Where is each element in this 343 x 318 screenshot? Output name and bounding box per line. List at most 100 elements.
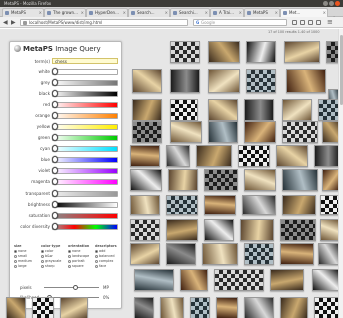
image-thumbnail[interactable]: [134, 269, 174, 291]
color-slider-track[interactable]: [52, 91, 118, 97]
image-thumbnail[interactable]: [166, 195, 198, 215]
option-face[interactable]: face: [95, 264, 121, 269]
image-thumbnail[interactable]: [276, 145, 308, 167]
radio-button-icon[interactable]: [68, 249, 71, 253]
image-thumbnail[interactable]: [314, 297, 340, 318]
image-thumbnail[interactable]: [130, 195, 160, 215]
image-thumbnail[interactable]: [170, 121, 202, 143]
image-thumbnail[interactable]: [318, 99, 340, 121]
image-thumbnail[interactable]: [170, 99, 198, 121]
image-thumbnail[interactable]: [312, 269, 340, 291]
scrollbar[interactable]: [338, 29, 343, 318]
close-tab-icon[interactable]: ×: [81, 9, 84, 17]
close-tab-icon[interactable]: ×: [205, 9, 208, 17]
image-thumbnail[interactable]: [60, 297, 88, 318]
image-thumbnail[interactable]: [190, 297, 210, 318]
search-engine-icon[interactable]: G: [196, 20, 199, 26]
home-icon[interactable]: [308, 20, 313, 25]
pocket-icon[interactable]: [316, 20, 321, 25]
image-thumbnail[interactable]: [246, 41, 276, 63]
radio-button-icon[interactable]: [68, 264, 71, 268]
property-slider-knob[interactable]: [52, 223, 58, 230]
image-thumbnail[interactable]: [134, 297, 154, 318]
url-bar[interactable]: localhost/MetaPS/www/dist/img.html: [20, 19, 188, 26]
option-large[interactable]: large: [14, 264, 40, 269]
image-thumbnail[interactable]: [204, 169, 238, 191]
image-thumbnail[interactable]: [314, 145, 340, 167]
property-slider-track[interactable]: [52, 213, 118, 219]
radio-button-icon[interactable]: [14, 259, 17, 263]
radio-button-icon[interactable]: [95, 249, 98, 253]
image-thumbnail[interactable]: [130, 145, 160, 167]
image-thumbnail[interactable]: [180, 269, 208, 291]
image-thumbnail[interactable]: [170, 41, 200, 63]
color-slider-knob[interactable]: [52, 134, 58, 141]
download-icon[interactable]: [300, 20, 305, 25]
image-thumbnail[interactable]: [168, 169, 198, 191]
color-slider-track[interactable]: [52, 179, 118, 185]
color-slider-track[interactable]: [52, 157, 118, 163]
option-square[interactable]: square: [68, 264, 94, 269]
image-thumbnail[interactable]: [196, 145, 232, 167]
site-info-icon[interactable]: [23, 21, 27, 25]
image-thumbnail[interactable]: [238, 145, 270, 167]
radio-button-icon[interactable]: [14, 254, 17, 258]
tab-2[interactable]: HyperDen... ×: [86, 8, 128, 17]
image-thumbnail[interactable]: [214, 269, 264, 291]
property-slider-track[interactable]: [52, 191, 118, 197]
image-thumbnail[interactable]: [32, 297, 54, 318]
image-thumbnail[interactable]: [280, 243, 314, 265]
color-slider-knob[interactable]: [52, 167, 58, 174]
radio-button-icon[interactable]: [95, 259, 98, 263]
property-slider-track[interactable]: [52, 202, 118, 208]
tab-6[interactable]: MetaPS ×: [244, 8, 280, 17]
image-thumbnail[interactable]: [130, 169, 162, 191]
close-tab-icon[interactable]: ×: [323, 9, 326, 17]
bottom-slider-track[interactable]: [44, 287, 99, 288]
color-slider-track[interactable]: [52, 124, 118, 130]
radio-button-icon[interactable]: [68, 254, 71, 258]
image-thumbnail[interactable]: [242, 195, 276, 215]
image-thumbnail[interactable]: [282, 99, 312, 121]
image-thumbnail[interactable]: [244, 243, 274, 265]
color-slider-track[interactable]: [52, 80, 118, 86]
image-thumbnail[interactable]: [284, 41, 320, 63]
image-thumbnail[interactable]: [204, 195, 236, 215]
image-thumbnail[interactable]: [270, 269, 304, 291]
tab-1[interactable]: The grown... ×: [44, 8, 86, 17]
image-thumbnail[interactable]: [208, 121, 238, 143]
menu-icon[interactable]: ≡: [327, 19, 333, 26]
image-thumbnail[interactable]: [320, 219, 340, 241]
image-thumbnail[interactable]: [160, 297, 184, 318]
bottom-slider-knob[interactable]: [72, 285, 78, 290]
image-thumbnail[interactable]: [286, 69, 326, 93]
image-thumbnail[interactable]: [280, 219, 316, 241]
image-thumbnail[interactable]: [166, 243, 196, 265]
color-slider-track[interactable]: [52, 113, 118, 119]
radio-button-icon[interactable]: [14, 249, 17, 253]
radio-button-icon[interactable]: [68, 259, 71, 263]
image-thumbnail[interactable]: [132, 99, 162, 121]
image-thumbnail[interactable]: [132, 121, 162, 143]
property-slider-knob[interactable]: [52, 201, 58, 208]
image-thumbnail[interactable]: [244, 297, 274, 318]
image-thumbnail[interactable]: [204, 219, 234, 241]
image-thumbnail[interactable]: [240, 219, 274, 241]
tab-active[interactable]: Met... ×: [280, 8, 328, 17]
color-slider-knob[interactable]: [52, 101, 58, 108]
tab-3[interactable]: Search... ×: [128, 8, 170, 17]
color-slider-knob[interactable]: [52, 178, 58, 185]
close-tab-icon[interactable]: ×: [239, 9, 242, 17]
color-slider-track[interactable]: [52, 135, 118, 141]
terms-input[interactable]: chess: [52, 58, 118, 64]
radio-button-icon[interactable]: [95, 254, 98, 258]
color-slider-knob[interactable]: [52, 90, 58, 97]
image-thumbnail[interactable]: [216, 297, 238, 318]
property-slider-knob[interactable]: [52, 212, 58, 219]
property-slider-knob[interactable]: [52, 190, 58, 197]
color-slider-knob[interactable]: [52, 145, 58, 152]
image-thumbnail[interactable]: [280, 297, 308, 318]
color-slider-knob[interactable]: [52, 112, 58, 119]
bookmark-icon[interactable]: [292, 20, 297, 25]
radio-button-icon[interactable]: [41, 259, 44, 263]
